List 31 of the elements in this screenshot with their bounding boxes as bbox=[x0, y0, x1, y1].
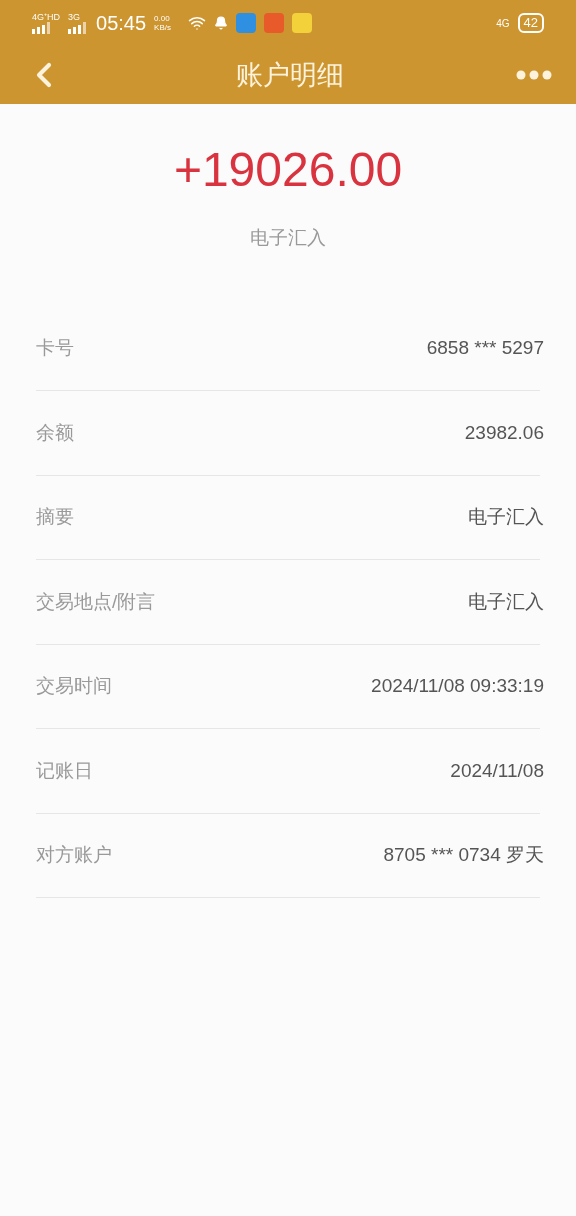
app-icon bbox=[236, 13, 257, 33]
detail-label: 交易时间 bbox=[36, 674, 112, 698]
amount: +19026.00 bbox=[173, 146, 403, 194]
more-icon[interactable] bbox=[516, 70, 552, 80]
app-icon bbox=[264, 13, 285, 33]
signal-icon bbox=[68, 21, 88, 34]
detail-value: 电子汇入 bbox=[468, 589, 544, 614]
detail-value: 23982.06 bbox=[464, 420, 544, 445]
detail-value: 电子汇入 bbox=[468, 505, 544, 529]
transaction-type: 电子汇入 bbox=[250, 226, 326, 250]
app-icon bbox=[292, 13, 313, 33]
detail-label: 余额 bbox=[36, 420, 74, 445]
clock: 05:45 bbox=[96, 11, 147, 36]
detail-label: 对方账户 bbox=[36, 843, 112, 867]
detail-value: 8705 *** 0734 罗天 bbox=[383, 843, 544, 867]
detail-label: 交易地点/附言 bbox=[36, 589, 156, 614]
detail-value: 6858 *** 5297 bbox=[426, 336, 544, 360]
detail-value: 2024/11/08 09:33:19 bbox=[371, 674, 544, 698]
signal-icon bbox=[32, 21, 52, 34]
page-title: 账户明细 bbox=[236, 58, 344, 92]
detail-label: 摘要 bbox=[36, 505, 74, 529]
detail-value: 2024/11/08 bbox=[450, 758, 544, 783]
battery-icon: 42 bbox=[517, 13, 544, 33]
wifi-icon bbox=[188, 14, 207, 32]
network-label: 4G bbox=[496, 16, 510, 31]
network-label: 4G⁺HD bbox=[32, 12, 60, 22]
speed-label: 0.00 KB/s bbox=[154, 14, 172, 32]
detail-label: 卡号 bbox=[36, 336, 74, 360]
network-label: 3G bbox=[68, 12, 81, 22]
notification-icon bbox=[214, 16, 229, 30]
detail-label: 记账日 bbox=[36, 758, 93, 783]
